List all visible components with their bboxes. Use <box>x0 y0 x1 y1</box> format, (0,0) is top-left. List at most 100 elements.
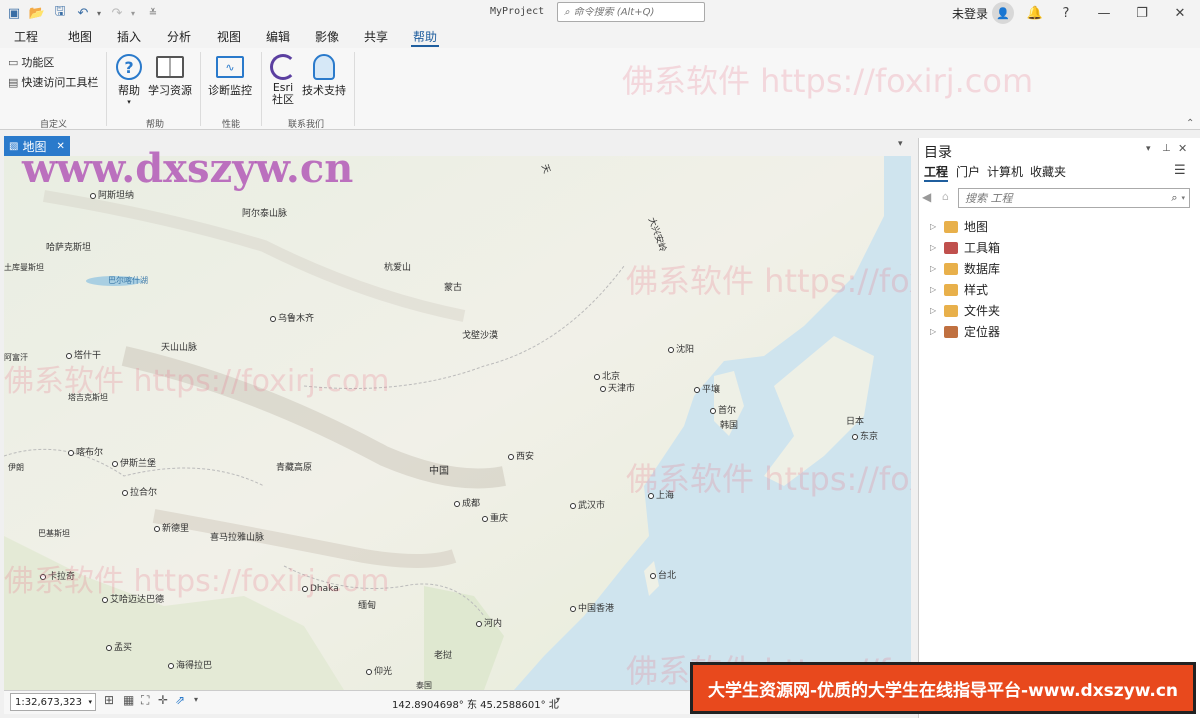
map-label: 塔吉克斯坦 <box>68 393 108 402</box>
learning-resources-button[interactable]: 学习资源 <box>148 52 192 98</box>
back-icon[interactable]: ◀ <box>922 190 931 204</box>
map-label: 东京 <box>852 429 878 442</box>
map-label: 仰光 <box>366 664 392 677</box>
group-label-contact: 联系我们 <box>288 120 325 130</box>
pane-options-icon[interactable]: ▾ <box>1146 144 1151 154</box>
tree-item-folders[interactable]: ▷ 文件夹 <box>930 302 1000 319</box>
north-arrow-icon[interactable]: ⇗ <box>175 693 185 707</box>
coordinate-format-dropdown-icon[interactable]: ▾ <box>556 695 560 704</box>
redo-icon[interactable]: ↷ <box>107 3 127 23</box>
help-button[interactable]: ? 帮助 ▾ <box>114 52 144 106</box>
map-label: 喀布尔 <box>68 445 103 458</box>
map-label: 武汉市 <box>570 498 605 511</box>
open-project-icon[interactable]: 📂 <box>27 3 47 23</box>
help-icon: ? <box>114 52 144 82</box>
catalog-tab-portal[interactable]: 门户 <box>956 163 980 180</box>
chevron-down-icon[interactable]: ▾ <box>1181 194 1185 202</box>
tree-item-toolboxes[interactable]: ▷ 工具箱 <box>930 239 1000 256</box>
tab-insert[interactable]: 插入 <box>115 28 143 45</box>
help-icon[interactable]: ? <box>1048 0 1084 26</box>
ribbon-icon: ▭ <box>8 55 19 69</box>
tab-edit[interactable]: 编辑 <box>264 28 292 45</box>
user-avatar-icon[interactable]: 👤 <box>992 2 1014 24</box>
expand-arrow-icon[interactable]: ▷ <box>930 285 938 294</box>
tab-project[interactable]: 工程 <box>12 28 40 45</box>
tree-item-locators[interactable]: ▷ 定位器 <box>930 323 1000 340</box>
basemap <box>4 156 911 690</box>
map-icon: ▧ <box>9 140 19 152</box>
expand-arrow-icon[interactable]: ▷ <box>930 264 938 273</box>
hamburger-menu-icon[interactable]: ☰ <box>1174 163 1186 178</box>
map-label: 伊朗 <box>8 463 24 472</box>
map-label: 巴基斯坦 <box>38 529 70 538</box>
map-label: 天山山脉 <box>161 343 198 353</box>
tab-map[interactable]: 地图 <box>66 28 94 45</box>
catalog-title: 目录 <box>924 145 952 161</box>
diagnostic-monitor-button[interactable]: ∿ 诊断监控 <box>208 52 252 98</box>
customize-qat-icon[interactable]: ≚ <box>143 3 163 23</box>
pin-icon[interactable]: ⊥ <box>1162 143 1171 154</box>
chevron-down-icon[interactable]: ▾ <box>194 695 198 704</box>
grid-icon[interactable]: ▦ <box>123 693 134 707</box>
map-label: 上海 <box>648 488 674 501</box>
map-label: 日本 <box>846 417 865 427</box>
expand-arrow-icon[interactable]: ▷ <box>930 222 938 231</box>
ribbon-button[interactable]: ▭ 功能区 <box>8 54 54 70</box>
tab-view[interactable]: 视图 <box>215 28 243 45</box>
undo-dropdown-icon[interactable]: ▾ <box>93 3 105 23</box>
expand-arrow-icon[interactable]: ▷ <box>930 306 938 315</box>
map-label: 塔什干 <box>66 348 101 361</box>
esri-community-button[interactable]: Esri 社区 <box>268 52 298 106</box>
expand-arrow-icon[interactable]: ▷ <box>930 327 938 336</box>
crosshair-icon[interactable]: ✛ <box>158 693 168 707</box>
tree-item-databases[interactable]: ▷ 数据库 <box>930 260 1000 277</box>
tab-analysis[interactable]: 分析 <box>165 28 193 45</box>
help-button-label: 帮助 <box>118 84 140 97</box>
command-search-input[interactable] <box>573 6 694 18</box>
map-label: 新德里 <box>154 521 189 534</box>
minimize-icon[interactable]: — <box>1086 0 1122 26</box>
home-icon[interactable]: ⌂ <box>942 190 949 203</box>
diagnostic-monitor-label: 诊断监控 <box>208 84 252 97</box>
close-pane-icon[interactable]: ✕ <box>1178 142 1187 155</box>
undo-icon[interactable]: ↶ <box>73 3 93 23</box>
snapping-icon[interactable]: ⛶ <box>141 693 149 708</box>
signin-label[interactable]: 未登录 <box>952 5 988 22</box>
command-search[interactable]: ⌕ <box>557 2 705 22</box>
scale-selector[interactable]: 1:32,673,323 ▾ <box>10 693 96 711</box>
tab-imagery[interactable]: 影像 <box>313 28 341 45</box>
chevron-down-icon: ▾ <box>127 98 131 106</box>
tab-share[interactable]: 共享 <box>362 28 390 45</box>
tab-list-dropdown-icon[interactable]: ▾ <box>898 139 903 149</box>
learning-resources-label: 学习资源 <box>148 84 192 97</box>
catalog-tab-computer[interactable]: 计算机 <box>987 163 1023 180</box>
tree-item-maps[interactable]: ▷ 地图 <box>930 218 988 235</box>
map-label: 西安 <box>508 449 534 462</box>
tree-item-styles[interactable]: ▷ 样式 <box>930 281 988 298</box>
quick-access-toolbar-button[interactable]: ▤ 快速访问工具栏 <box>8 74 98 90</box>
fixed-zoom-icon[interactable]: ⊞ <box>104 693 114 707</box>
tech-support-button[interactable]: 技术支持 <box>302 52 346 98</box>
collapse-ribbon-icon[interactable]: ⌃ <box>1186 118 1194 129</box>
expand-arrow-icon[interactable]: ▷ <box>930 243 938 252</box>
maximize-icon[interactable]: ❐ <box>1124 0 1160 26</box>
catalog-tab-favorites[interactable]: 收藏夹 <box>1030 163 1066 180</box>
toolbox-icon <box>944 241 958 254</box>
promo-banner: 大学生资源网-优质的大学生在线指导平台-www.dxszyw.cn <box>690 662 1196 714</box>
folder-icon <box>944 304 958 317</box>
map-label: 哈萨克斯坦 <box>46 243 92 253</box>
save-project-icon[interactable]: 🖫 <box>50 3 70 23</box>
map-canvas[interactable]: 阿斯坦纳 阿尔泰山脉 哈萨克斯坦 巴尔喀什湖 杭爱山 蒙古 乌鲁木齐 戈壁沙漠 … <box>4 156 911 690</box>
tab-help[interactable]: 帮助 <box>411 28 440 47</box>
map-label: Dhaka <box>302 584 339 594</box>
catalog-search-input[interactable]: 搜索 工程 ⌕ ▾ <box>958 188 1190 208</box>
support-headset-icon <box>309 52 339 82</box>
database-icon <box>944 262 958 275</box>
close-icon[interactable]: ✕ <box>1162 0 1198 26</box>
catalog-tab-project[interactable]: 工程 <box>924 163 949 182</box>
map-label: 沈阳 <box>668 342 694 355</box>
redo-dropdown-icon[interactable]: ▾ <box>127 3 139 23</box>
search-icon[interactable]: ⌕ <box>1171 191 1177 205</box>
tree-item-label: 定位器 <box>964 325 1001 339</box>
new-project-icon[interactable]: ▣ <box>4 3 24 23</box>
